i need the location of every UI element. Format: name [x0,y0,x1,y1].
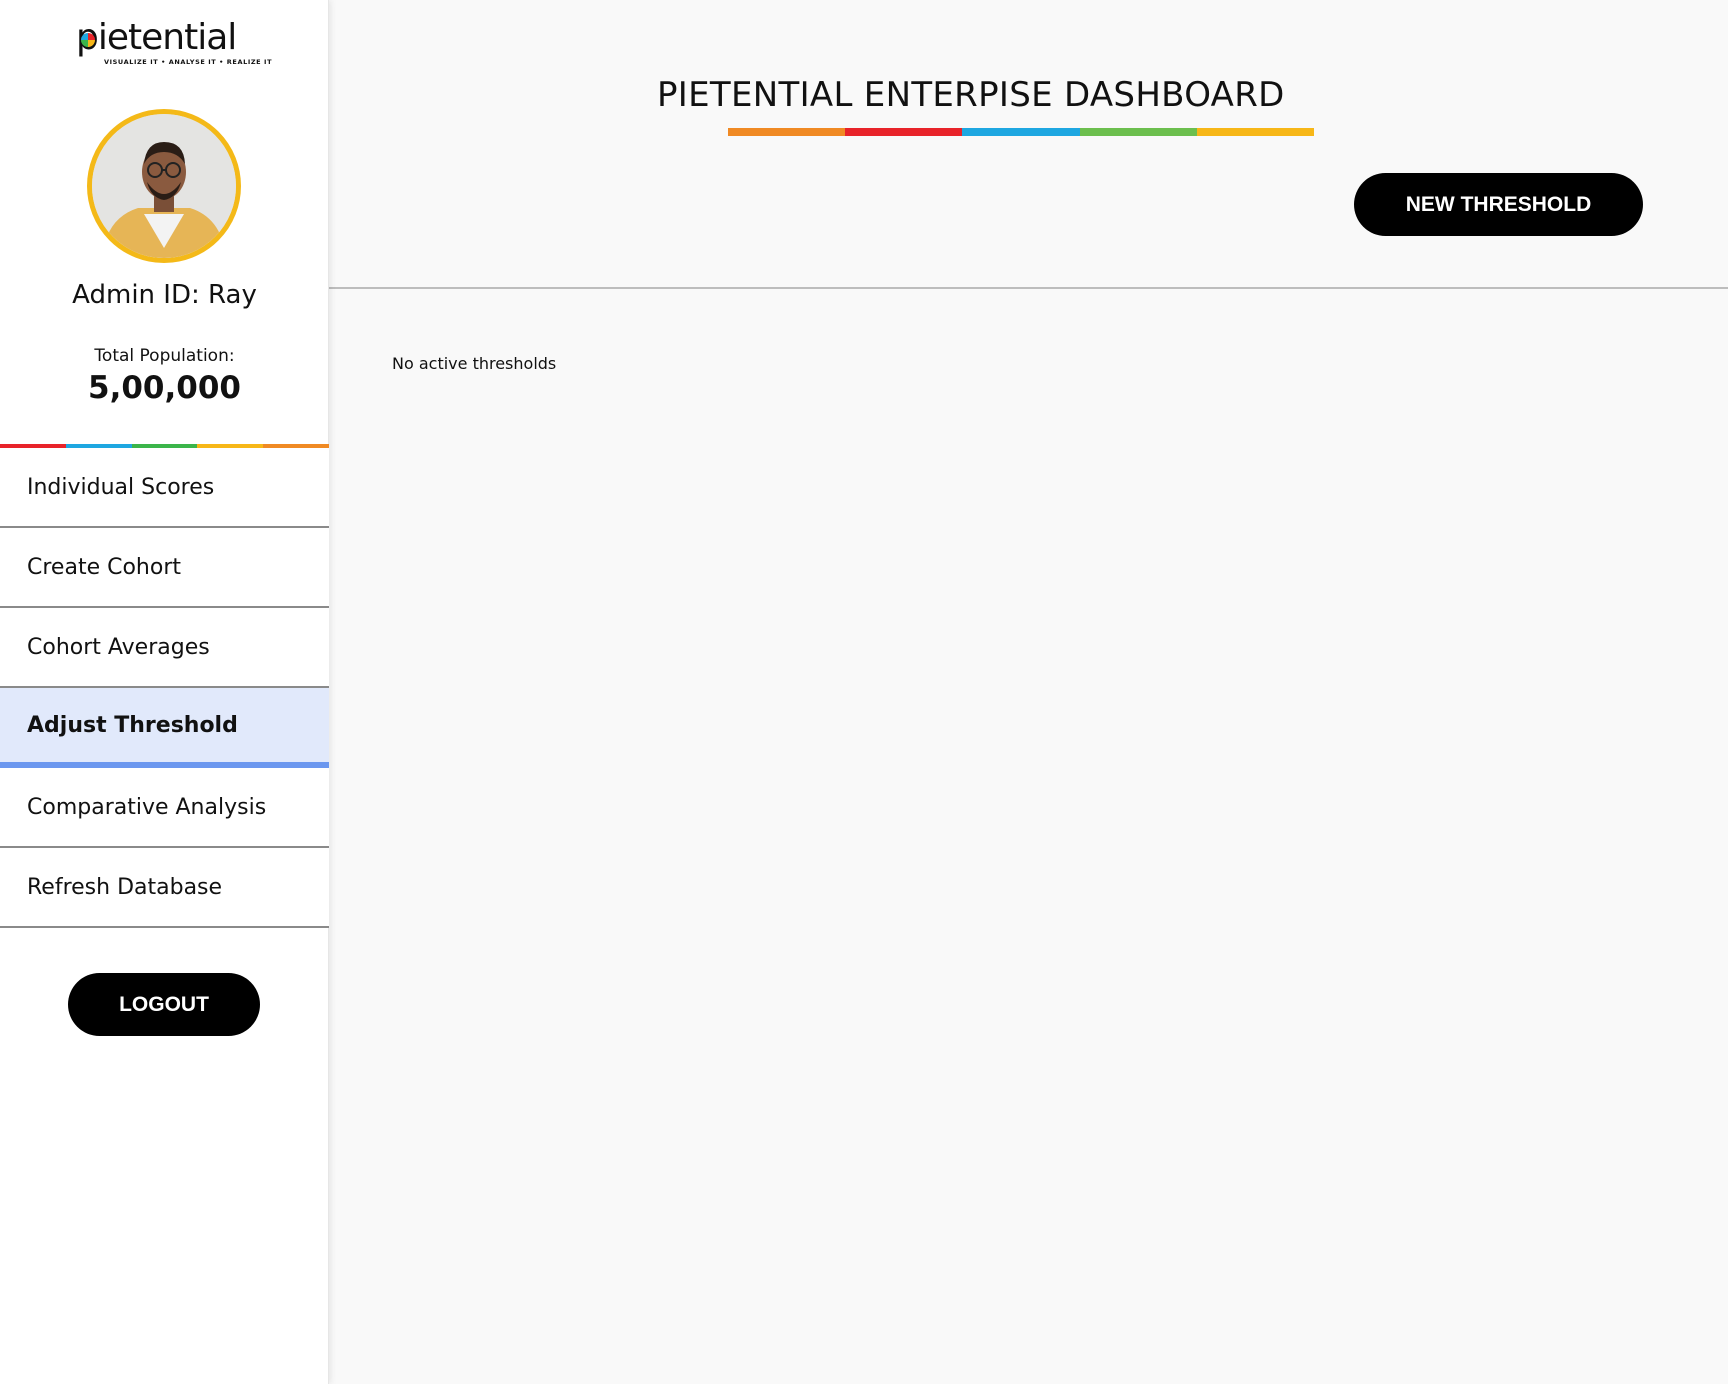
title-underline-bar [728,128,1315,136]
population-value: 5,00,000 [88,370,241,406]
population-label: Total Population: [94,346,235,366]
title-bar-yellow [1196,128,1315,136]
logo-tagline: VISUALIZE IT • ANALYSE IT • REALIZE IT [104,58,273,66]
brand-logo[interactable]: pietential VISUALIZE IT • ANALYSE IT • R… [76,17,272,67]
sidebar-item-cohort-averages[interactable]: Cohort Averages [0,608,329,688]
title-bar-blue [962,128,1080,136]
app-root: pietential VISUALIZE IT • ANALYSE IT • R… [0,0,1728,1384]
sidebar: pietential VISUALIZE IT • ANALYSE IT • R… [0,0,329,1384]
admin-id: Admin ID: Ray [72,280,257,310]
header-divider [329,287,1728,289]
new-threshold-button[interactable]: NEW THRESHOLD [1354,173,1643,236]
title-bar-green [1079,128,1197,136]
logo-pie-icon [81,33,95,47]
logo-wordmark: pietential [76,17,237,58]
title-bar-orange [728,128,846,136]
avatar-portrait [92,114,236,258]
logout-button[interactable]: LOGOUT [68,973,260,1036]
avatar [87,109,241,263]
sidebar-item-refresh-database[interactable]: Refresh Database [0,848,329,928]
page-title: PIETENTIAL ENTERPISE DASHBOARD [657,75,1285,115]
sidebar-item-individual-scores[interactable]: Individual Scores [0,448,329,528]
main-content: PIETENTIAL ENTERPISE DASHBOARD NEW THRES… [329,0,1728,1384]
sidebar-nav: Individual Scores Create Cohort Cohort A… [0,448,329,928]
sidebar-item-adjust-threshold[interactable]: Adjust Threshold [0,688,329,768]
title-bar-red [845,128,963,136]
sidebar-item-comparative-analysis[interactable]: Comparative Analysis [0,768,329,848]
sidebar-item-create-cohort[interactable]: Create Cohort [0,528,329,608]
empty-thresholds-message: No active thresholds [392,354,557,373]
